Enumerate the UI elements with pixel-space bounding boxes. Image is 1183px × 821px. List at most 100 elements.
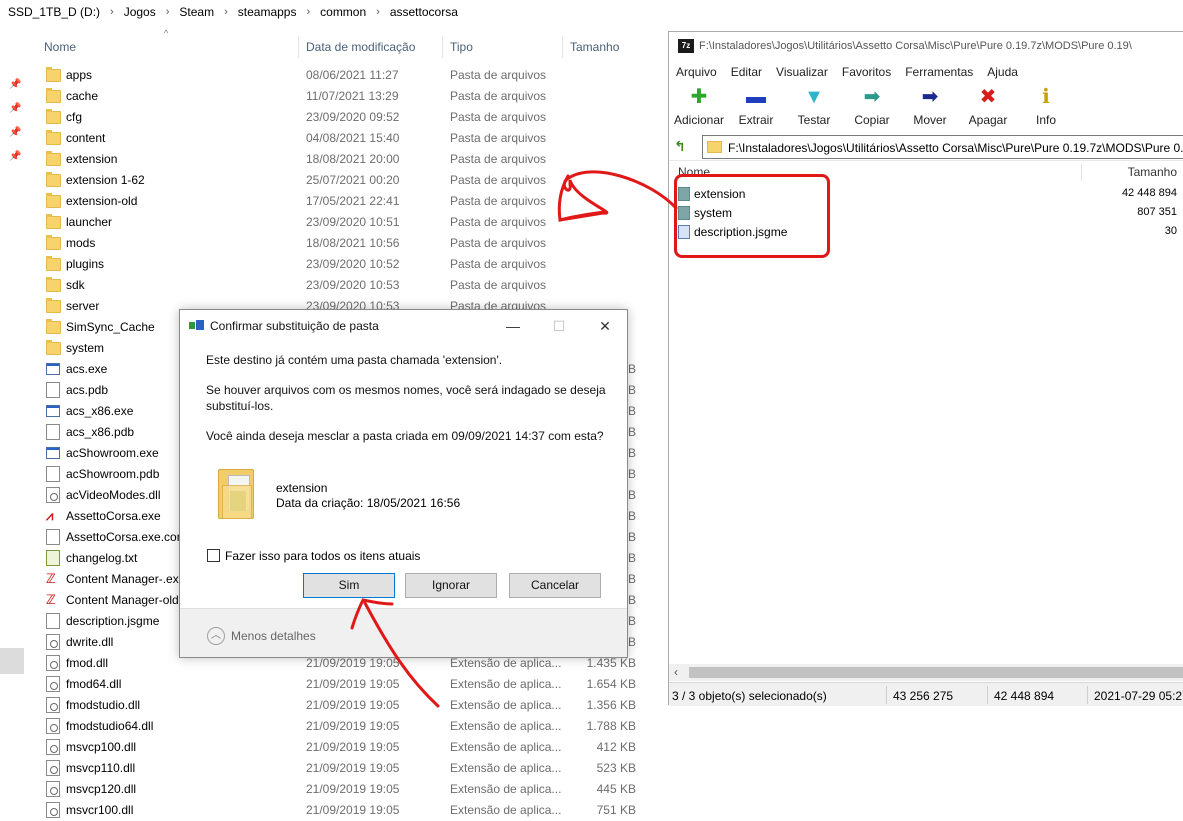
pin-icon[interactable]: 📌 <box>9 104 21 114</box>
file-row[interactable]: sdk 23/09/2020 10:53 Pasta de arquivos <box>24 275 668 296</box>
file-date: 17/05/2021 22:41 <box>306 194 400 208</box>
breadcrumb-item[interactable]: steamapps <box>234 5 301 19</box>
pin-icon[interactable]: 📌 <box>9 80 21 90</box>
file-row[interactable]: msvcp120.dll 21/09/2019 19:05 Extensão de … <box>24 779 668 800</box>
column-type[interactable]: Tipo <box>444 34 473 60</box>
file-icon <box>46 613 60 629</box>
breadcrumb-item[interactable]: SSD_1TB_D (D:) <box>4 5 104 19</box>
folder-icon <box>46 235 61 250</box>
breadcrumb-item[interactable]: Jogos <box>120 5 160 19</box>
extrair-button[interactable]: ▬ Extrair <box>728 86 784 130</box>
file-row[interactable]: fmod64.dll 21/09/2019 19:05 Extensão de ap… <box>24 674 668 695</box>
file-row[interactable]: fmodstudio.dll 21/09/2019 19:05 Extensão d… <box>24 695 668 716</box>
breadcrumb[interactable]: SSD_1TB_D (D:) › Jogos › Steam › steamapps › com… <box>0 0 668 24</box>
chevron-right-icon[interactable]: › <box>160 6 176 18</box>
copy-folder-icon <box>189 320 205 332</box>
file-name: plugins <box>66 257 105 271</box>
apagar-button[interactable]: ✖ Apagar <box>960 86 1016 130</box>
apply-to-all-label[interactable]: Fazer isso para todos os itens atuais <box>225 549 420 563</box>
chevron-right-icon[interactable]: › <box>370 6 386 18</box>
info-button[interactable]: ℹ Info <box>1018 86 1074 130</box>
file-type: Pasta de arquivos <box>450 194 547 208</box>
file-type: Pasta de arquivos <box>450 215 547 229</box>
testar-button[interactable]: ▼ Testar <box>786 86 842 130</box>
adicionar-button[interactable]: ✚ Adicionar <box>671 86 727 130</box>
file-name: cache <box>66 89 99 103</box>
file-row[interactable]: extension 18/08/2021 20:00 Pasta de arquiv… <box>24 149 668 170</box>
menu-item[interactable]: Ferramentas <box>905 62 973 82</box>
file-date: 21/09/2019 19:05 <box>306 782 400 796</box>
folder-name: extension <box>276 481 328 495</box>
folder-icon <box>46 193 61 208</box>
toolbar-label: Mover <box>913 113 947 127</box>
chevron-up-icon[interactable]: ︿ <box>207 627 225 645</box>
cancel-button[interactable]: Cancelar <box>509 573 601 598</box>
chevron-right-icon[interactable]: › <box>300 6 316 18</box>
menu-item[interactable]: Editar <box>731 62 762 82</box>
file-row[interactable]: mods 18/08/2021 10:56 Pasta de arquivos <box>24 233 668 254</box>
dialog-titlebar[interactable]: Confirmar substituição de pasta — ☐ ✕ <box>180 310 627 341</box>
file-type: Pasta de arquivos <box>450 278 547 292</box>
breadcrumb-item[interactable]: Steam <box>175 5 218 19</box>
scrollbar-thumb[interactable] <box>689 667 1183 678</box>
file-row[interactable]: extension-old 17/05/2021 22:41 Pasta de ar… <box>24 191 668 212</box>
pin-icon[interactable]: 📌 <box>9 128 21 138</box>
annotation-highlight-box <box>674 174 830 258</box>
file-row[interactable]: msvcr100.dll 21/09/2019 19:05 Extensão de … <box>24 800 668 821</box>
minimize-button[interactable]: — <box>491 314 535 338</box>
dialog-title: Confirmar substituição de pasta <box>210 319 379 333</box>
breadcrumb-item[interactable]: common <box>316 5 370 19</box>
file-type: Extensão de aplica... <box>450 677 562 691</box>
column-divider[interactable] <box>442 36 443 58</box>
yes-button[interactable]: Sim <box>303 573 395 598</box>
pin-icon[interactable]: 📌 <box>9 152 21 162</box>
file-row[interactable]: fmodstudio64.dll 21/09/2019 19:05 Extensão… <box>24 716 668 737</box>
column-date[interactable]: Data de modificação <box>300 34 415 60</box>
file-type: Pasta de arquivos <box>450 257 547 271</box>
folder-up-icon[interactable]: ↰ <box>674 138 690 156</box>
chevron-right-icon[interactable]: › <box>104 6 120 18</box>
column-divider[interactable] <box>298 36 299 58</box>
dialog-message-2b: substituí-los. <box>206 399 274 413</box>
content-manager-icon: ℤ <box>46 571 56 586</box>
column-size[interactable]: Tamanho <box>564 34 619 60</box>
content-manager-icon: ℤ <box>46 592 56 607</box>
horizontal-scrollbar[interactable]: ‹ <box>669 664 1183 681</box>
file-row[interactable]: apps 08/06/2021 11:27 Pasta de arquivos <box>24 65 668 86</box>
file-row[interactable]: launcher 23/09/2020 10:51 Pasta de arquivo… <box>24 212 668 233</box>
column-divider[interactable] <box>562 36 563 58</box>
file-row[interactable]: plugins 23/09/2020 10:52 Pasta de arquivos <box>24 254 668 275</box>
scroll-left-icon[interactable]: ‹ <box>674 665 678 679</box>
move-icon: ➡ <box>921 86 939 108</box>
file-row[interactable]: cfg 23/09/2020 09:52 Pasta de arquivos <box>24 107 668 128</box>
menu-item[interactable]: Ajuda <box>987 62 1018 82</box>
copiar-button[interactable]: ➡ Copiar <box>844 86 900 130</box>
apply-to-all-checkbox[interactable] <box>207 549 220 562</box>
file-name: acs_x86.exe <box>66 404 134 418</box>
nav-selected-item[interactable] <box>0 648 24 674</box>
file-row[interactable]: cache 11/07/2021 13:29 Pasta de arquivos <box>24 86 668 107</box>
close-button[interactable]: ✕ <box>583 314 627 338</box>
column-name[interactable]: Nome <box>38 34 76 60</box>
7zip-address-input[interactable]: F:\Instaladores\Jogos\Utilitários\Assett… <box>702 135 1183 159</box>
toolbar-label: Extrair <box>738 113 774 127</box>
7zip-titlebar[interactable]: 7z F:\Instaladores\Jogos\Utilitários\Ass… <box>669 32 1183 60</box>
skip-button[interactable]: Ignorar <box>405 573 497 598</box>
mover-button[interactable]: ➡ Mover <box>902 86 958 130</box>
dll-icon <box>46 718 60 734</box>
breadcrumb-item[interactable]: assettocorsa <box>386 5 462 19</box>
file-date: 21/09/2019 19:05 <box>306 761 400 775</box>
menu-item[interactable]: Arquivo <box>676 62 717 82</box>
file-row[interactable]: msvcp100.dll 21/09/2019 19:05 Extensão de … <box>24 737 668 758</box>
file-date: 21/09/2019 19:05 <box>306 656 400 670</box>
file-row[interactable]: extension 1-62 25/07/2021 00:20 Pasta de a… <box>24 170 668 191</box>
less-details-link[interactable]: Menos detalhes <box>231 629 316 643</box>
menu-item[interactable]: Visualizar <box>776 62 828 82</box>
file-name: acs.pdb <box>66 383 109 397</box>
file-row[interactable]: msvcp110.dll 21/09/2019 19:05 Extensão de … <box>24 758 668 779</box>
menu-item[interactable]: Favoritos <box>842 62 891 82</box>
chevron-right-icon[interactable]: › <box>218 6 234 18</box>
file-row[interactable]: content 04/08/2021 15:40 Pasta de arquivos <box>24 128 668 149</box>
file-type: Pasta de arquivos <box>450 152 547 166</box>
7zip-column-size[interactable]: Tamanho <box>1081 165 1177 179</box>
